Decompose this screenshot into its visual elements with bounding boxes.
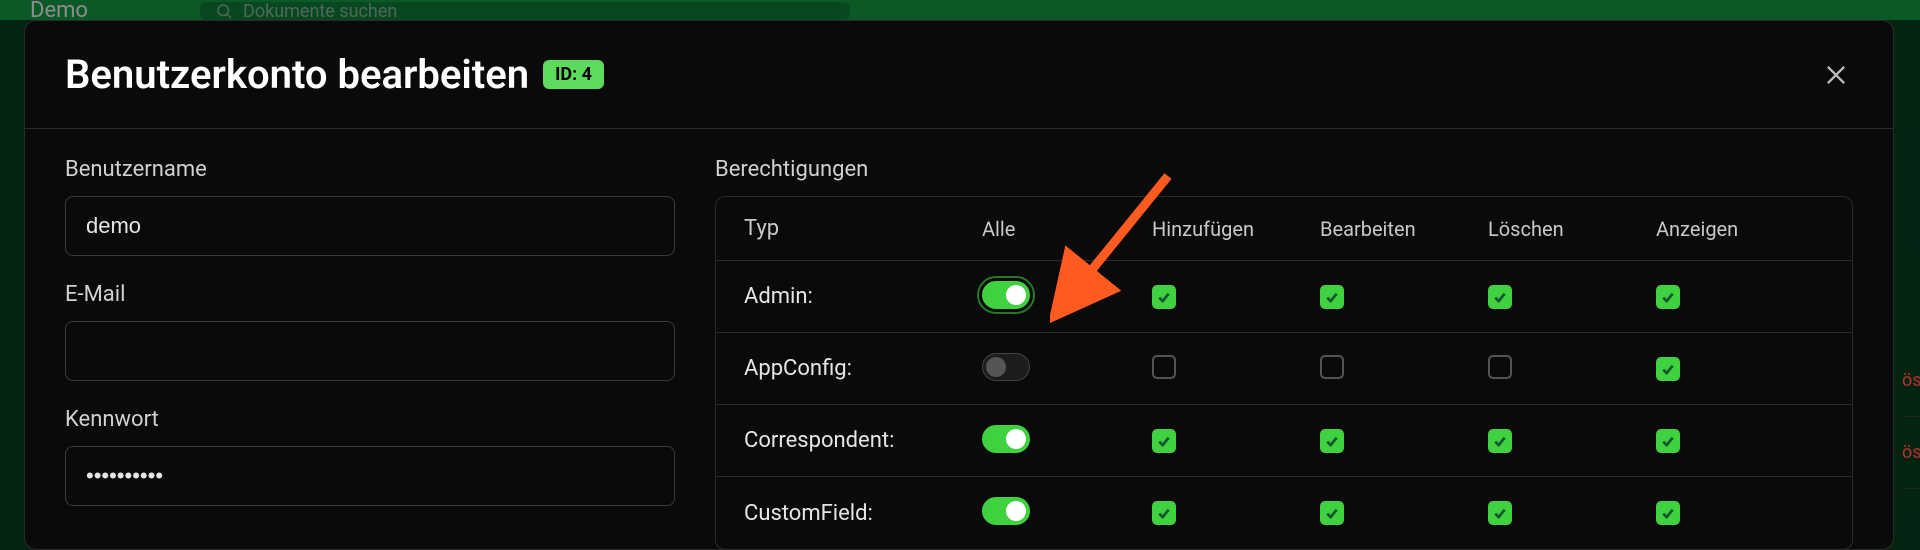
bg-list-item: ös <box>1902 417 1920 489</box>
permission-edit-checkbox[interactable] <box>1320 429 1344 453</box>
background-list-strip: ös ös <box>1902 345 1920 525</box>
permission-view-checkbox[interactable] <box>1656 501 1680 525</box>
permissions-table: Typ Alle Hinzufügen Bearbeiten Löschen A… <box>715 196 1853 549</box>
permission-edit-checkbox[interactable] <box>1320 285 1344 309</box>
modal-title: Benutzerkonto bearbeiten <box>65 51 529 98</box>
edit-user-modal: Benutzerkonto bearbeiten ID: 4 Benutzern… <box>24 20 1894 550</box>
permission-view-checkbox[interactable] <box>1656 285 1680 309</box>
permission-edit-checkbox[interactable] <box>1320 355 1344 379</box>
modal-header: Benutzerkonto bearbeiten ID: 4 <box>25 21 1893 129</box>
email-input[interactable] <box>65 321 675 381</box>
id-badge: ID: 4 <box>543 60 604 89</box>
permission-add-checkbox[interactable] <box>1152 501 1176 525</box>
permission-row: AppConfig: <box>716 333 1852 405</box>
permissions-column: Berechtigungen Typ Alle Hinzufügen Bearb… <box>715 157 1853 549</box>
permission-delete-checkbox[interactable] <box>1488 285 1512 309</box>
permission-add-checkbox[interactable] <box>1152 429 1176 453</box>
permission-all-toggle[interactable] <box>982 425 1030 453</box>
permission-type-label: Admin: <box>744 284 982 309</box>
user-fields-column: Benutzername E-Mail Kennwort <box>65 157 675 549</box>
permission-delete-checkbox[interactable] <box>1488 429 1512 453</box>
permissions-section-label: Berechtigungen <box>715 157 1853 182</box>
col-header-delete: Löschen <box>1488 217 1656 241</box>
permission-type-label: Correspondent: <box>744 428 982 453</box>
permission-type-label: CustomField: <box>744 501 982 526</box>
permission-all-toggle[interactable] <box>982 353 1030 381</box>
permission-all-toggle[interactable] <box>982 281 1030 309</box>
permissions-header-row: Typ Alle Hinzufügen Bearbeiten Löschen A… <box>716 197 1852 261</box>
permission-add-checkbox[interactable] <box>1152 285 1176 309</box>
permission-row: Correspondent: <box>716 405 1852 477</box>
col-header-view: Anzeigen <box>1656 217 1824 241</box>
username-input[interactable] <box>65 196 675 256</box>
permission-view-checkbox[interactable] <box>1656 429 1680 453</box>
bg-list-item: ös <box>1902 345 1920 417</box>
permission-all-toggle[interactable] <box>982 497 1030 525</box>
col-header-all: Alle <box>982 217 1152 241</box>
permission-delete-checkbox[interactable] <box>1488 355 1512 379</box>
password-label: Kennwort <box>65 407 675 432</box>
close-icon <box>1822 61 1850 89</box>
permission-row: CustomField: <box>716 477 1852 549</box>
permission-view-checkbox[interactable] <box>1656 357 1680 381</box>
permission-delete-checkbox[interactable] <box>1488 501 1512 525</box>
permission-row: Admin: <box>716 261 1852 333</box>
permission-edit-checkbox[interactable] <box>1320 501 1344 525</box>
email-label: E-Mail <box>65 282 675 307</box>
close-button[interactable] <box>1819 58 1853 92</box>
password-input[interactable] <box>65 446 675 506</box>
col-header-type: Typ <box>744 216 982 241</box>
username-label: Benutzername <box>65 157 675 182</box>
permission-type-label: AppConfig: <box>744 356 982 381</box>
modal-body: Benutzername E-Mail Kennwort Berechtigun… <box>25 129 1893 549</box>
col-header-add: Hinzufügen <box>1152 217 1320 241</box>
permission-add-checkbox[interactable] <box>1152 355 1176 379</box>
col-header-edit: Bearbeiten <box>1320 217 1488 241</box>
